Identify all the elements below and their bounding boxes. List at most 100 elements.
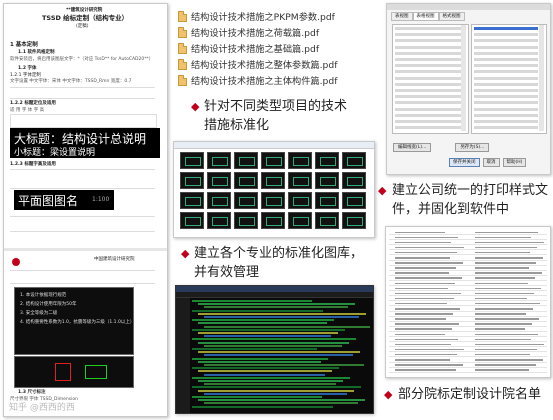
help-button[interactable]: 帮助(H) [502, 158, 527, 167]
thumbnail-drawing-icon [266, 216, 282, 226]
dialog-list-row[interactable] [395, 33, 461, 37]
thumbnail-drawing-icon [266, 196, 282, 206]
library-thumbnail[interactable] [315, 212, 339, 229]
library-thumbnail[interactable] [288, 172, 312, 189]
dialog-list-row[interactable] [474, 126, 538, 130]
library-thumbnail[interactable] [234, 172, 258, 189]
dialog-list-row[interactable] [395, 51, 461, 55]
cad-table-row [192, 300, 312, 302]
cancel-button[interactable]: 取消 [482, 158, 500, 167]
save-as-button[interactable]: 另存为(S)... [455, 143, 490, 152]
dialog-list-row[interactable] [474, 101, 538, 105]
dialog-list-row[interactable] [474, 95, 538, 99]
doc-section-1: 1 基本定制 [10, 42, 38, 48]
tab-format-view[interactable]: 格式视图 [438, 12, 465, 21]
library-thumbnail[interactable] [261, 172, 285, 189]
library-thumbnail[interactable] [234, 152, 258, 169]
pdf-file-2[interactable]: 结构设计技术措施之荷载篇.pdf [178, 25, 319, 39]
tab-table-view[interactable]: 表视图 [391, 12, 413, 21]
dialog-list-row[interactable] [474, 51, 538, 55]
cad-software-screen [175, 285, 374, 414]
dialog-title-bar [387, 4, 550, 10]
dialog-list-row[interactable] [395, 58, 461, 61]
dialog-list-row[interactable] [395, 120, 461, 123]
dialog-list-row[interactable] [395, 39, 461, 43]
dark-note-2: 2. 结构设计使用年限为50年 [20, 302, 77, 307]
pdf-file-3[interactable]: 结构设计技术措施之基础篇.pdf [178, 41, 319, 55]
library-thumbnail[interactable] [288, 212, 312, 229]
dialog-list-row[interactable] [395, 76, 461, 80]
tab-form-view[interactable]: 表格视图 [412, 12, 439, 21]
dialog-list-row[interactable] [474, 107, 538, 111]
library-thumbnail[interactable] [207, 172, 231, 189]
library-thumbnail[interactable] [207, 192, 231, 209]
dialog-list-row[interactable] [474, 120, 538, 123]
big-title-sample: 大标题：结构设计总说明 小标题：梁设置说明 [10, 128, 160, 158]
dialog-left-scrollbar[interactable] [461, 25, 466, 131]
thumbnail-drawing-icon [293, 196, 309, 206]
pdf-file-4-name: 结构设计技术措施之整体参数篇.pdf [191, 60, 338, 71]
dialog-list-row[interactable] [474, 39, 538, 43]
thumbnail-drawing-icon [293, 216, 309, 226]
dialog-list-row[interactable] [395, 45, 461, 49]
cad-table-row [198, 303, 355, 306]
dialog-list-row[interactable] [395, 27, 461, 30]
library-thumbnail[interactable] [342, 152, 366, 169]
institute-cell [395, 292, 461, 295]
dialog-list-row[interactable] [474, 89, 538, 92]
library-thumbnail[interactable] [315, 172, 339, 189]
pdf-file-4[interactable]: 结构设计技术措施之整体参数篇.pdf [178, 57, 337, 71]
dialog-list-row[interactable] [474, 64, 538, 68]
dialog-list-row[interactable] [395, 101, 461, 105]
cad-table-row [192, 309, 323, 312]
drawing-library-grid [173, 141, 375, 238]
library-thumbnail[interactable] [180, 192, 204, 209]
dialog-list-row[interactable] [474, 45, 538, 49]
library-thumbnail[interactable] [207, 152, 231, 169]
edit-lineweight-button[interactable]: 编辑线宽(L)... [393, 143, 432, 152]
dialog-list-row[interactable] [395, 64, 461, 68]
library-thumbnail[interactable] [342, 172, 366, 189]
library-thumbnail[interactable] [207, 212, 231, 229]
diamond-bullet-icon: ◆ [181, 247, 190, 260]
dialog-list-row[interactable] [395, 107, 461, 111]
library-thumbnail[interactable] [288, 192, 312, 209]
dialog-list-row[interactable] [395, 70, 461, 74]
dialog-list-row[interactable] [395, 126, 461, 130]
dialog-list-row[interactable] [474, 33, 538, 37]
pdf-file-5[interactable]: 结构设计技术措施之主体构件篇.pdf [178, 73, 337, 87]
dialog-list-row[interactable] [395, 113, 461, 117]
dialog-list-row[interactable] [474, 58, 538, 61]
dialog-right-scrollbar[interactable] [539, 25, 544, 131]
library-thumbnail[interactable] [180, 172, 204, 189]
institute-cell [395, 231, 445, 233]
library-thumbnail[interactable] [315, 152, 339, 169]
library-thumbnail[interactable] [342, 192, 366, 209]
dialog-list-row[interactable] [474, 82, 538, 86]
dialog-list-row[interactable] [395, 95, 461, 99]
library-thumbnail[interactable] [261, 152, 285, 169]
institute-cell [395, 338, 458, 341]
library-thumbnail[interactable] [261, 212, 285, 229]
dialog-list-row[interactable] [474, 76, 538, 80]
thumbnail-drawing-icon [347, 176, 363, 186]
library-thumbnail[interactable] [342, 212, 366, 229]
library-thumbnail[interactable] [234, 192, 258, 209]
library-thumbnail[interactable] [288, 152, 312, 169]
pdf-file-1[interactable]: 结构设计技术措施之PKPM参数.pdf [178, 9, 335, 23]
pdf-file-icon [178, 26, 187, 38]
library-thumbnail[interactable] [315, 192, 339, 209]
save-close-button[interactable]: 保存并关闭 [449, 158, 480, 167]
library-thumbnail[interactable] [261, 192, 285, 209]
dialog-list-row[interactable] [474, 113, 538, 117]
dialog-list-row[interactable] [395, 89, 461, 92]
institute-cell [395, 262, 463, 264]
library-thumbnail[interactable] [180, 212, 204, 229]
dialog-list-row[interactable] [474, 70, 538, 74]
dialog-list-row[interactable] [395, 82, 461, 86]
library-thumbnail[interactable] [180, 152, 204, 169]
dialog-tab-bar: 表视图 表格视图 格式视图 [391, 12, 465, 21]
library-thumbnail[interactable] [234, 212, 258, 229]
dialog-list-row[interactable] [474, 27, 538, 30]
cad-table-row [192, 405, 333, 408]
